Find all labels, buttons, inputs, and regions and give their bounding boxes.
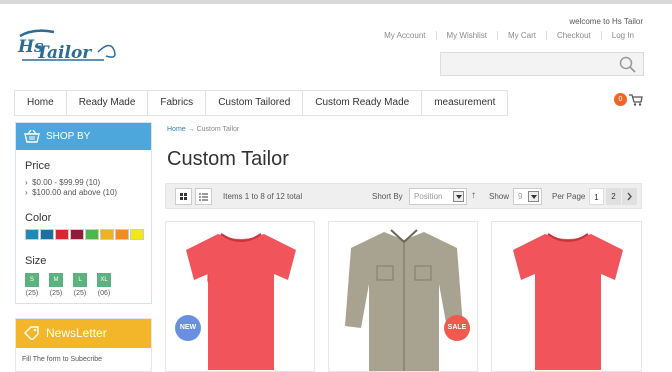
list-icon — [199, 193, 208, 201]
per-page-label: Per Page — [552, 192, 586, 201]
grid-icon — [180, 193, 187, 200]
shop-by-header: SHOP BY — [16, 123, 151, 150]
sort-label: Short By — [372, 192, 403, 201]
sort-direction-arrow-icon[interactable]: ↑ — [471, 190, 476, 201]
product-image-tshirt[interactable] — [492, 222, 642, 372]
login-link[interactable]: Log In — [600, 31, 644, 40]
my-cart-link[interactable]: My Cart — [496, 31, 546, 40]
grid-view-button[interactable] — [175, 188, 192, 205]
newsletter-title: NewsLetter — [46, 326, 107, 340]
shop-by-panel: SHOP BY Price › $0.00 - $99.99 (10) › $1… — [15, 122, 152, 304]
my-wishlist-link[interactable]: My Wishlist — [435, 31, 497, 40]
newsletter-text: Fill The form to Subecribe — [22, 356, 103, 363]
nav-ready-made[interactable]: Ready Made — [67, 91, 149, 115]
page-2-button[interactable]: 2 — [606, 188, 621, 205]
size-count: (25) — [49, 290, 63, 297]
cart-button[interactable]: 0 — [614, 93, 644, 109]
search-icon[interactable] — [619, 56, 637, 74]
newsletter-panel: NewsLetter Fill The form to Subecribe — [15, 318, 152, 372]
tag-icon — [24, 326, 39, 340]
breadcrumb-home[interactable]: Home — [167, 126, 186, 133]
next-page-button[interactable] — [622, 188, 637, 205]
color-swatch[interactable] — [40, 229, 54, 240]
show-select[interactable]: 9 — [513, 188, 542, 205]
page-1-button[interactable]: 1 — [589, 188, 604, 205]
color-swatch[interactable] — [85, 229, 99, 240]
chevron-right-icon — [627, 192, 632, 201]
color-swatch[interactable] — [100, 229, 114, 240]
price-title: Price — [25, 160, 51, 172]
shop-by-title: SHOP BY — [46, 131, 91, 142]
main-nav: Home Ready Made Fabrics Custom Tailored … — [14, 90, 509, 116]
nav-fabrics[interactable]: Fabrics — [148, 91, 207, 115]
product-card[interactable]: SALE — [328, 221, 478, 372]
size-button-xl[interactable]: XL — [97, 273, 111, 287]
show-label: Show — [489, 192, 510, 201]
checkout-link[interactable]: Checkout — [545, 31, 601, 40]
size-count: (25) — [25, 290, 39, 297]
items-count: Items 1 to 8 of 12 total — [223, 192, 303, 201]
size-title: Size — [25, 255, 47, 267]
show-value: 9 — [518, 192, 523, 201]
sort-select[interactable]: Position — [409, 188, 467, 205]
top-border — [0, 0, 672, 4]
chevron-down-icon — [528, 191, 539, 202]
nav-custom-tailored[interactable]: Custom Tailored — [206, 91, 304, 115]
color-swatch[interactable] — [25, 229, 39, 240]
product-image-tshirt[interactable] — [166, 222, 315, 372]
tshirt-shape — [186, 234, 296, 370]
sale-badge: SALE — [444, 315, 470, 341]
price-option[interactable]: › $100.00 and above (10) — [25, 188, 117, 198]
color-swatch[interactable] — [130, 229, 144, 240]
color-swatch[interactable] — [70, 229, 84, 240]
color-swatches — [25, 229, 144, 240]
nav-custom-ready-made[interactable]: Custom Ready Made — [303, 91, 423, 115]
site-logo[interactable]: Hs Tailor — [14, 26, 124, 66]
nav-measurement[interactable]: measurement — [422, 91, 509, 115]
product-image-shirt[interactable] — [329, 222, 478, 372]
sort-value: Position — [414, 192, 443, 201]
nav-home[interactable]: Home — [14, 91, 67, 115]
welcome-message: welcome to Hs Tailor — [569, 17, 643, 26]
product-card[interactable]: NEW — [165, 221, 315, 372]
price-filter-list: › $0.00 - $99.99 (10) › $100.00 and abov… — [25, 178, 117, 198]
newsletter-header: NewsLetter — [16, 319, 151, 348]
color-swatch[interactable] — [115, 229, 129, 240]
search-input[interactable] — [440, 52, 644, 76]
chevron-down-icon — [453, 191, 464, 202]
tshirt-shape — [513, 234, 623, 370]
breadcrumb-current: Custom Tailor — [196, 126, 240, 133]
my-account-link[interactable]: My Account — [374, 31, 435, 40]
account-links: My Account My Wishlist My Cart Checkout … — [374, 31, 644, 40]
cart-count-badge: 0 — [614, 93, 627, 106]
breadcrumb-separator: → — [187, 126, 195, 133]
size-filter: S (25) M (25) L (25) XL (06) — [25, 273, 111, 297]
size-button-m[interactable]: M — [49, 273, 63, 287]
price-option[interactable]: › $0.00 - $99.99 (10) — [25, 178, 117, 188]
new-badge: NEW — [175, 315, 201, 341]
product-card[interactable] — [491, 221, 642, 372]
size-count: (06) — [97, 290, 111, 297]
basket-icon — [24, 129, 40, 143]
color-swatch[interactable] — [55, 229, 69, 240]
page-title: Custom Tailor — [167, 148, 289, 170]
product-toolbar: Items 1 to 8 of 12 total Short By Positi… — [165, 183, 642, 209]
size-button-l[interactable]: L — [73, 273, 87, 287]
breadcrumb: Home → Custom Tailor — [167, 126, 239, 133]
size-count: (25) — [73, 290, 87, 297]
color-title: Color — [25, 212, 52, 224]
list-view-button[interactable] — [195, 188, 212, 205]
cart-icon — [629, 94, 643, 106]
size-button-s[interactable]: S — [25, 273, 39, 287]
